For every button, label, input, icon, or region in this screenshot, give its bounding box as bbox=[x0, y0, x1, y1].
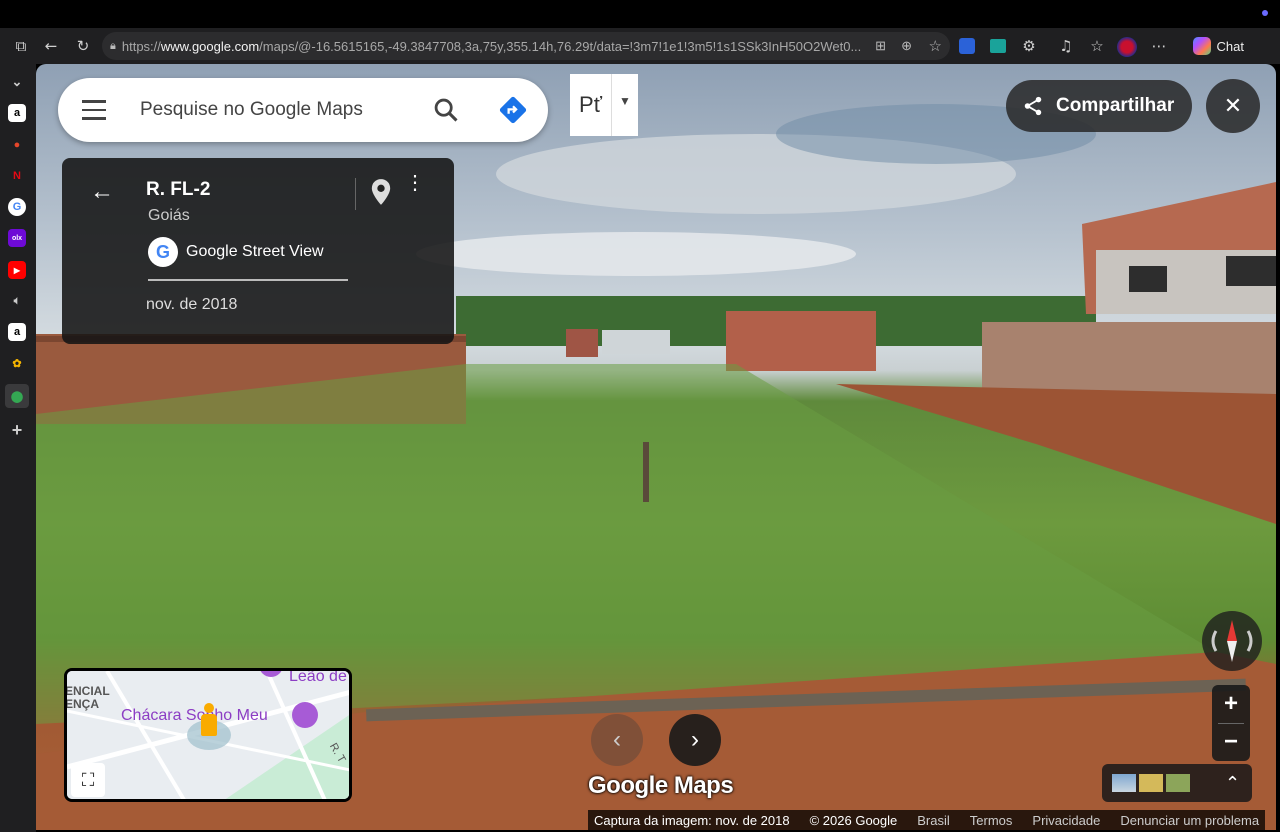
minimap-place-label: Chácara Sonho Meu bbox=[121, 707, 268, 724]
add-icon[interactable]: + bbox=[8, 420, 26, 440]
speaker-icon[interactable]: 🔈︎ bbox=[8, 292, 26, 310]
copyright: © 2026 Google bbox=[809, 812, 898, 828]
navigate-back-button[interactable]: ‹ bbox=[591, 714, 643, 766]
share-icon bbox=[1024, 96, 1042, 116]
thumbnail-field[interactable] bbox=[1139, 774, 1163, 792]
olx-icon[interactable]: olx bbox=[8, 229, 26, 247]
extensions-puzzle-icon[interactable]: ⚙ bbox=[1018, 35, 1040, 57]
location-pin-icon[interactable] bbox=[370, 178, 392, 206]
location-info-card: ← R. FL-2 Goiás ⋮ G Google Street View n… bbox=[62, 158, 454, 344]
compass[interactable] bbox=[1202, 611, 1262, 671]
tabs-icon[interactable]: ⧉ bbox=[10, 35, 32, 57]
share-button[interactable]: Compartilhar bbox=[1006, 80, 1192, 132]
navigate-forward-button[interactable]: › bbox=[669, 714, 721, 766]
layer-button[interactable]: Pť bbox=[570, 74, 612, 136]
zoom-out-button[interactable]: − bbox=[1212, 723, 1250, 761]
place-region: Goiás bbox=[148, 207, 190, 224]
minimap-label: ENCIAL bbox=[65, 684, 110, 698]
os-top-bar bbox=[0, 0, 1280, 28]
netflix-icon[interactable]: N bbox=[8, 167, 26, 185]
compass-needle-icon bbox=[1211, 620, 1253, 662]
chevron-left-icon: ‹ bbox=[613, 726, 621, 753]
divider bbox=[355, 178, 356, 210]
expand-up-icon[interactable]: ⌃ bbox=[1225, 773, 1240, 794]
minimap-label: Leão de bbox=[289, 668, 347, 685]
google-icon[interactable]: G bbox=[8, 198, 26, 216]
share-label: Compartilhar bbox=[1056, 95, 1175, 116]
amazon-icon-2[interactable]: a bbox=[8, 323, 26, 341]
provider-label: Google Street View bbox=[186, 243, 324, 260]
profile-avatar[interactable] bbox=[1117, 37, 1137, 57]
search-bar[interactable]: Pesquise no Google Maps bbox=[58, 78, 548, 142]
extension-book-icon[interactable] bbox=[990, 39, 1006, 53]
thumbnail-sky[interactable] bbox=[1112, 774, 1136, 792]
collapse-chevron-icon[interactable]: ⌄ bbox=[8, 73, 26, 91]
zoom-in-button[interactable]: + bbox=[1212, 685, 1250, 723]
apps-icon[interactable]: ⊞ bbox=[875, 38, 886, 54]
street-view-provider: G Google Street View bbox=[148, 237, 324, 267]
expand-minimap-button[interactable]: ⛶ bbox=[71, 763, 105, 797]
chevron-right-icon: › bbox=[691, 726, 699, 753]
browser-toolbar: ⧉ ← ↻ 🔒︎ https://www.google.com/maps/@-1… bbox=[0, 28, 1280, 64]
terms-link[interactable]: Termos bbox=[970, 813, 1013, 828]
report-problem-link[interactable]: Denunciar um problema bbox=[1120, 813, 1259, 828]
close-button[interactable]: ✕ bbox=[1206, 79, 1260, 133]
country-link[interactable]: Brasil bbox=[917, 813, 950, 828]
minimap-label: ENÇA bbox=[65, 697, 100, 711]
favorites-icon[interactable]: ☆ bbox=[1086, 35, 1108, 57]
zoom-divider bbox=[1218, 723, 1244, 724]
youtube-icon[interactable]: ▶ bbox=[8, 261, 26, 279]
copilot-icon bbox=[1192, 37, 1211, 55]
more-options-icon[interactable]: ⋮ bbox=[405, 173, 425, 193]
imagery-thumbnails[interactable]: ⌃ bbox=[1102, 764, 1252, 802]
search-input[interactable]: Pesquise no Google Maps bbox=[58, 99, 548, 121]
back-icon[interactable]: ← bbox=[40, 35, 62, 57]
music-icon[interactable]: ♫ bbox=[1055, 35, 1077, 57]
app-red-icon[interactable]: ● bbox=[8, 136, 26, 154]
chat-label: Chat bbox=[1216, 38, 1244, 54]
capture-info: Captura da imagem: nov. de 2018 bbox=[594, 812, 790, 828]
google-logo-icon: G bbox=[148, 237, 178, 267]
layer-selector[interactable]: Pť ▼ bbox=[570, 74, 638, 136]
more-menu-icon[interactable]: ⋯ bbox=[1148, 35, 1170, 57]
close-icon: ✕ bbox=[1223, 93, 1243, 118]
back-arrow-icon[interactable]: ← bbox=[90, 178, 114, 206]
browser-sidebar: ⌄ a ● N G olx ▶ 🔈︎ a ✿ ⬤ + bbox=[0, 64, 36, 832]
favorite-star-icon[interactable]: ☆ bbox=[929, 37, 942, 55]
lock-icon: 🔒︎ bbox=[110, 39, 116, 52]
place-title: R. FL-2 bbox=[146, 179, 211, 200]
capture-date: nov. de 2018 bbox=[146, 296, 238, 313]
chat-button[interactable]: Chat bbox=[1192, 34, 1244, 58]
thumbnail-grass[interactable] bbox=[1166, 774, 1190, 792]
extension-shield-icon[interactable] bbox=[959, 38, 975, 54]
zoom-controls: + − bbox=[1212, 685, 1250, 761]
menu-icon[interactable] bbox=[82, 100, 106, 120]
map-footer: Captura da imagem: nov. de 2018 © 2026 G… bbox=[588, 810, 1266, 830]
fullscreen-icon: ⛶ bbox=[81, 769, 95, 790]
photos-icon[interactable]: ✿ bbox=[8, 354, 26, 372]
pegman-icon[interactable] bbox=[201, 703, 217, 739]
minimap[interactable]: Leão de ENCIAL ENÇA Chácara Sonho Meu R.… bbox=[64, 668, 352, 802]
street-view-panorama[interactable]: Pesquise no Google Maps Pť ▼ Compartilha… bbox=[36, 64, 1276, 830]
status-dot bbox=[1262, 10, 1268, 16]
amazon-icon[interactable]: a bbox=[8, 104, 26, 122]
directions-icon[interactable] bbox=[498, 95, 528, 125]
maps-icon[interactable]: ⬤ bbox=[5, 384, 29, 408]
address-bar[interactable]: 🔒︎ https://www.google.com/maps/@-16.5615… bbox=[102, 32, 950, 60]
timeline-bar[interactable] bbox=[148, 279, 348, 281]
privacy-link[interactable]: Privacidade bbox=[1032, 813, 1100, 828]
url-text[interactable]: https://www.google.com/maps/@-16.5615165… bbox=[122, 39, 862, 54]
zoom-icon[interactable]: ⊕ bbox=[901, 38, 912, 54]
reload-icon[interactable]: ↻ bbox=[72, 35, 94, 57]
search-icon[interactable] bbox=[432, 96, 460, 124]
google-maps-wordmark: Google Maps bbox=[588, 772, 734, 799]
caret-down-icon[interactable]: ▼ bbox=[612, 74, 638, 136]
